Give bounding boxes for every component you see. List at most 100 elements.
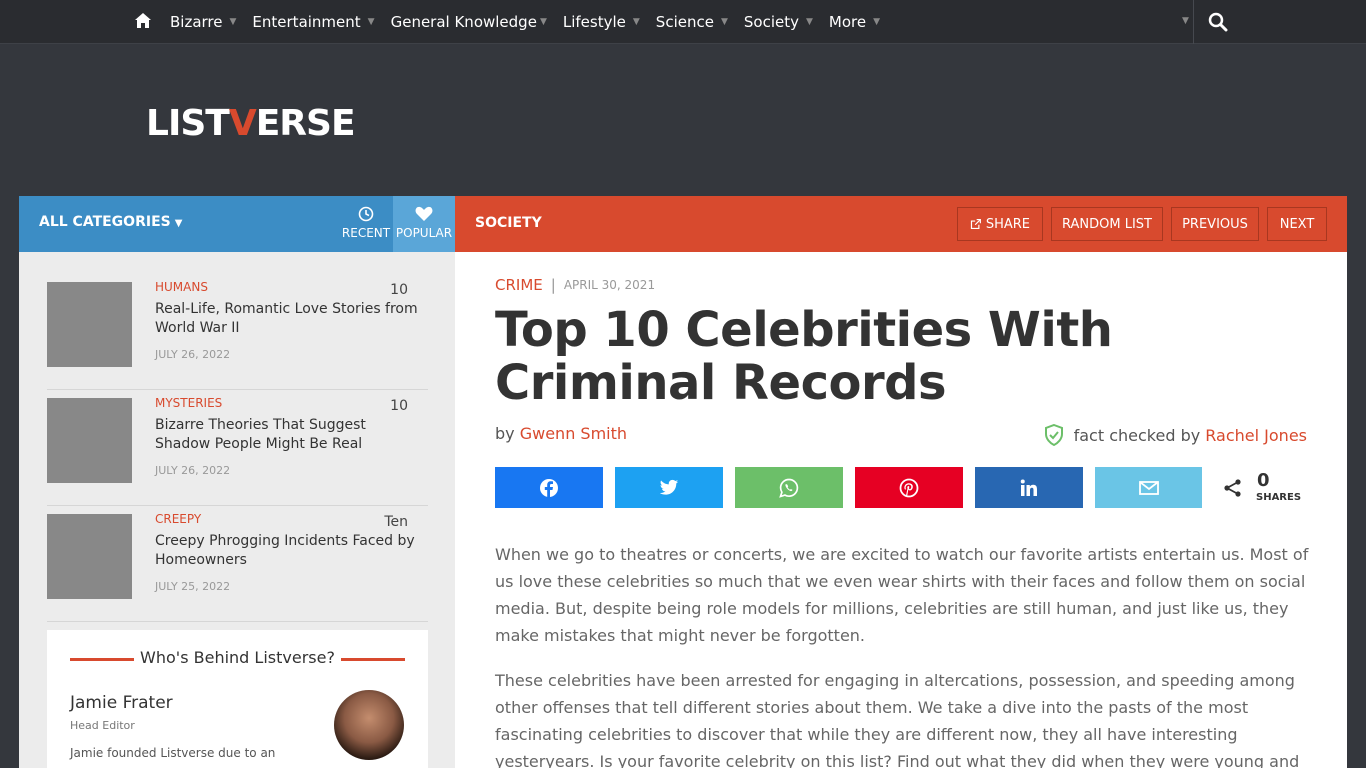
- nav-label: General Knowledge: [390, 13, 537, 31]
- random-list-label: RANDOM LIST: [1062, 216, 1152, 232]
- twitter-share-button[interactable]: [615, 467, 723, 508]
- by-prefix: by: [495, 424, 515, 443]
- site-logo[interactable]: LISTVERSE: [146, 103, 356, 144]
- chevron-down-icon: ▼: [720, 17, 728, 27]
- email-icon: [1138, 480, 1159, 495]
- list-count: 10: [390, 398, 408, 414]
- linkedin-share-button[interactable]: [975, 467, 1083, 508]
- page-title: Top 10 Celebrities With Criminal Records: [495, 302, 1113, 411]
- email-share-button[interactable]: [1095, 467, 1202, 508]
- editor-description: Jamie founded Listverse due to an: [70, 746, 276, 760]
- tab-popular[interactable]: POPULAR: [393, 196, 455, 252]
- top-navigation: Bizarre ▼ Entertainment ▼ General Knowledg…: [0, 0, 1366, 44]
- factcheck-prefix: fact checked by: [1073, 425, 1201, 445]
- external-link-icon: [970, 218, 981, 230]
- nav-label: Bizarre: [170, 13, 223, 31]
- nav-label: More: [828, 13, 867, 31]
- twitter-icon: [659, 479, 679, 495]
- sidebar: ALL CATEGORIES ▼ RECENT POPULAR HUMANS 10…: [19, 196, 455, 768]
- tab-recent[interactable]: RECENT: [339, 196, 393, 252]
- whatsapp-share-button[interactable]: [735, 467, 843, 508]
- nav-item-bizarre[interactable]: Bizarre ▼: [170, 13, 236, 31]
- article-date: APRIL 30, 2021: [563, 278, 656, 292]
- next-label: NEXT: [1279, 216, 1315, 232]
- nav-label: Society: [743, 13, 799, 31]
- list-item[interactable]: MYSTERIES 10 Bizarre Theories That Sugge…: [47, 390, 428, 506]
- tab-popular-label: POPULAR: [395, 226, 453, 240]
- nav-item-society[interactable]: Society ▼: [744, 13, 813, 31]
- fact-check: fact checked by Rachel Jones: [1044, 424, 1307, 446]
- all-categories-label: ALL CATEGORIES: [39, 214, 171, 230]
- section-label[interactable]: SOCIETY: [475, 215, 542, 231]
- home-icon[interactable]: [133, 11, 153, 31]
- factchecker-link[interactable]: Rachel Jones: [1205, 426, 1307, 445]
- chevron-down-icon[interactable]: ▼: [1182, 16, 1189, 26]
- article-date: JULY 25, 2022: [155, 580, 231, 593]
- nav-menu: Bizarre ▼ Entertainment ▼ General Knowledg…: [170, 0, 896, 44]
- article-thumbnail[interactable]: [47, 398, 132, 483]
- logo-text: LIST: [146, 103, 230, 144]
- search-icon[interactable]: [1208, 12, 1228, 32]
- who-heading: Who's Behind Listverse?: [47, 648, 428, 667]
- tab-recent-label: RECENT: [341, 226, 391, 240]
- byline: by Gwenn Smith: [495, 424, 627, 443]
- chevron-down-icon: ▼: [632, 17, 640, 27]
- nav-item-general-knowledge[interactable]: General Knowledge ▼: [391, 13, 547, 31]
- chevron-down-icon: ▼: [229, 17, 237, 27]
- all-categories-dropdown[interactable]: ALL CATEGORIES ▼: [39, 214, 182, 230]
- article-date: JULY 26, 2022: [155, 348, 231, 361]
- article-thumbnail[interactable]: [47, 514, 132, 599]
- article-toolbar: SOCIETY SHARE RANDOM LIST PREVIOUS NEXT: [455, 196, 1347, 252]
- shield-check-icon: [1044, 424, 1063, 446]
- article-thumbnail[interactable]: [47, 282, 132, 367]
- popular-list: HUMANS 10 Real-Life, Romantic Love Stori…: [47, 274, 428, 622]
- list-item[interactable]: CREEPY Ten Creepy Phrogging Incidents Fa…: [47, 506, 428, 622]
- nav-label: Science: [655, 13, 714, 31]
- nav-item-more[interactable]: More ▼: [829, 13, 880, 31]
- article-title-link[interactable]: Bizarre Theories That Suggest Shadow Peo…: [155, 416, 425, 454]
- shares-label: SHARES: [1256, 492, 1302, 503]
- clock-icon: [358, 206, 374, 222]
- nav-divider: [1193, 0, 1194, 44]
- facebook-icon: [540, 478, 558, 498]
- share-count-value: 0: [1257, 470, 1270, 491]
- nav-item-science[interactable]: Science ▼: [656, 13, 728, 31]
- who-heading-text: Who's Behind Listverse?: [134, 648, 341, 667]
- share-button[interactable]: SHARE: [957, 207, 1043, 241]
- list-item[interactable]: HUMANS 10 Real-Life, Romantic Love Stori…: [47, 274, 428, 390]
- logo-v: V: [228, 103, 257, 144]
- share-label: SHARE: [985, 216, 1030, 232]
- nav-label: Entertainment: [252, 13, 361, 31]
- article-date: JULY 26, 2022: [155, 464, 231, 477]
- editor-role: Head Editor: [70, 719, 135, 732]
- category-bar: ALL CATEGORIES ▼ RECENT POPULAR: [19, 196, 455, 252]
- heart-icon: [415, 206, 433, 221]
- meta-separator: |: [550, 276, 556, 294]
- nav-item-entertainment[interactable]: Entertainment ▼: [252, 13, 374, 31]
- article-category[interactable]: HUMANS: [155, 280, 208, 294]
- pinterest-share-button[interactable]: [855, 467, 963, 508]
- nav-label: Lifestyle: [562, 13, 626, 31]
- previous-button[interactable]: PREVIOUS: [1171, 207, 1259, 241]
- article-title-link[interactable]: Creepy Phrogging Incidents Faced by Home…: [155, 532, 425, 570]
- whatsapp-icon: [779, 478, 799, 498]
- article-category[interactable]: CREEPY: [155, 512, 201, 526]
- facebook-share-button[interactable]: [495, 467, 603, 508]
- author-link[interactable]: Gwenn Smith: [520, 424, 627, 443]
- list-count: 10: [390, 282, 408, 298]
- pinterest-icon: [899, 478, 919, 497]
- caret-down-icon: ▼: [174, 218, 183, 229]
- logo-text: ERSE: [255, 103, 356, 144]
- article-content: CRIME | APRIL 30, 2021 Top 10 Celebritie…: [455, 252, 1347, 768]
- avatar: [334, 690, 404, 760]
- nav-item-lifestyle[interactable]: Lifestyle ▼: [563, 13, 640, 31]
- article-title-link[interactable]: Real-Life, Romantic Love Stories from Wo…: [155, 300, 425, 338]
- chevron-down-icon: ▼: [873, 17, 881, 27]
- who-behind-box: Who's Behind Listverse? Jamie Frater Hea…: [47, 630, 428, 768]
- random-list-button[interactable]: RANDOM LIST: [1051, 207, 1163, 241]
- list-count: Ten: [384, 514, 408, 530]
- article-category-link[interactable]: CRIME: [495, 276, 543, 294]
- next-button[interactable]: NEXT: [1267, 207, 1327, 241]
- article-category[interactable]: MYSTERIES: [155, 396, 222, 410]
- article-meta: CRIME | APRIL 30, 2021: [495, 276, 655, 294]
